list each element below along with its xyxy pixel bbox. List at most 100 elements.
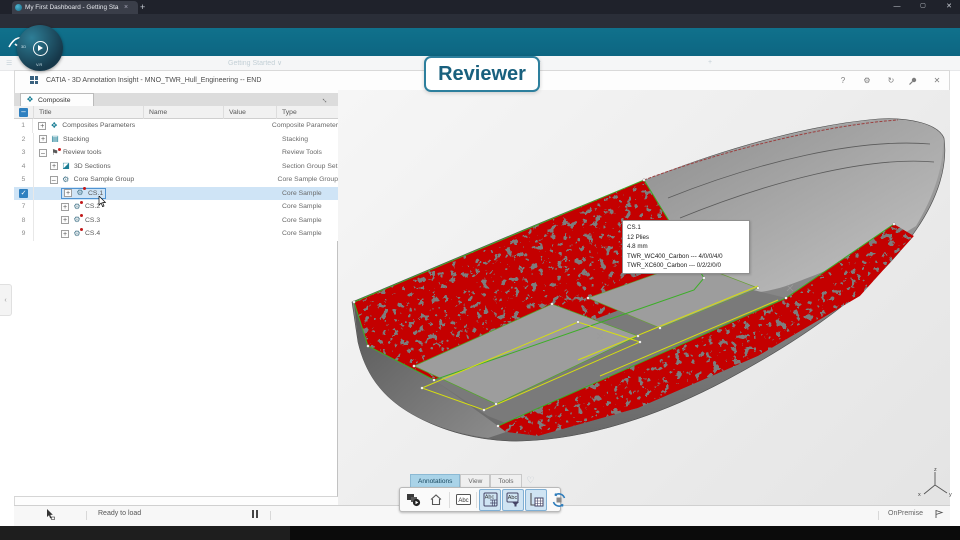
row-number-cell: 3	[14, 146, 34, 160]
row-value-cell	[224, 200, 277, 214]
checked-checkbox[interactable]: ✓	[19, 188, 28, 198]
app-settings-gear-icon[interactable]: ⚙	[860, 76, 874, 85]
column-value[interactable]: Value	[224, 105, 277, 119]
row-number-cell: 5	[14, 173, 34, 187]
expand-toggle[interactable]: +	[39, 135, 47, 144]
row-title-cell[interactable]: + Composites Parameters	[33, 119, 139, 133]
tab-getting-started[interactable]: Getting Started ∨	[228, 59, 282, 67]
tab-annotations[interactable]: Annotations	[410, 474, 461, 487]
axis-x-label: x	[918, 492, 921, 498]
table-body: 1 + Composites Parameters Composite Paramet…	[14, 119, 338, 241]
row-title-cell[interactable]: – Core Sample Group	[34, 173, 142, 187]
row-value-cell	[224, 160, 277, 174]
annotation-table-button[interactable]: Abc	[479, 488, 501, 511]
tab-close-icon[interactable]: ×	[124, 4, 128, 11]
column-type[interactable]: Type	[277, 106, 338, 119]
window-minimize-button[interactable]: —	[888, 0, 906, 13]
table-row[interactable]: 7+CS.2 Core Sample	[14, 200, 338, 214]
expand-toggle[interactable]: –	[39, 148, 47, 157]
expand-toggle[interactable]: +	[50, 162, 58, 171]
expand-toggle[interactable]: +	[61, 229, 69, 238]
row-title-cell[interactable]: +3D Sections	[34, 160, 144, 174]
tooltip-line: TWR_WC400_Carbon --- 4/0/0/4/0	[627, 252, 723, 260]
status-divider3	[878, 511, 879, 520]
row-type: Stacking	[282, 135, 309, 143]
home-view-button[interactable]	[425, 489, 447, 511]
row-title: 3D Sections	[74, 162, 111, 170]
flag-icon[interactable]	[934, 509, 944, 519]
row-number-cell: 1	[14, 119, 34, 133]
expand-toggle[interactable]: –	[49, 175, 58, 184]
row-number-cell: 7	[14, 200, 34, 214]
svg-text:Abc: Abc	[507, 495, 517, 501]
update-3d-button[interactable]	[548, 489, 570, 511]
app-pin-icon[interactable]	[908, 76, 918, 86]
row-value-cell	[224, 146, 277, 160]
row-title-cell[interactable]: +CS.2	[34, 200, 144, 214]
composite-tab-icon	[25, 95, 35, 105]
tab-composite[interactable]: Composite	[20, 93, 94, 106]
annotation-grid-button[interactable]	[525, 488, 547, 511]
svg-text:Abc: Abc	[484, 495, 494, 501]
table-row[interactable]: 5 – Core Sample Group Core Sample Group	[14, 173, 338, 187]
expand-toggle[interactable]: +	[64, 189, 72, 198]
expand-toggle[interactable]: +	[61, 202, 69, 211]
select-all-checkbox[interactable]: –	[19, 107, 28, 117]
collapse-panel-arrow[interactable]: ‹	[0, 284, 12, 316]
row-title-cell[interactable]: + Stacking	[34, 133, 144, 147]
render-style-button[interactable]	[402, 489, 424, 511]
text-annotation-button[interactable]: Abc	[452, 489, 474, 511]
new-tab-button[interactable]: +	[140, 2, 145, 12]
table-row[interactable]: 9 + CS.4 Core Sample	[14, 227, 338, 241]
row-title-cell[interactable]: + CS.3	[34, 214, 144, 228]
composites-parameters-icon	[49, 121, 59, 131]
row-name-cell	[144, 227, 224, 241]
column-title[interactable]: Title	[34, 105, 144, 119]
row-title-cell[interactable]: + CS.4	[34, 227, 144, 241]
annotation-filter-button[interactable]: Abc	[502, 488, 524, 511]
table-row[interactable]: 4+3D SectionsSection Group Set	[14, 159, 338, 174]
row-title-cell[interactable]: – Review tools	[34, 146, 144, 160]
axis-triad: z x y	[918, 467, 952, 498]
dashboard-menu-icon[interactable]: ☰	[6, 59, 12, 67]
pause-icon[interactable]	[252, 510, 258, 518]
browser-tab[interactable]: My First Dashboard - Getting Sta ×	[12, 1, 138, 14]
expand-toggle[interactable]: +	[38, 121, 47, 130]
expand-toggle[interactable]: +	[61, 216, 69, 225]
tab-tools[interactable]: Tools	[490, 474, 522, 487]
row-title: Core Sample Group	[73, 176, 135, 184]
tooltip-line: 12 Plies	[627, 233, 650, 241]
row-number-cell[interactable]: ✓	[14, 186, 34, 200]
select-all-cell[interactable]: –	[14, 105, 34, 119]
window-maximize-button[interactable]: ▢	[914, 0, 932, 13]
table-row[interactable]: 8 + CS.3 Core Sample	[14, 213, 338, 228]
table-row[interactable]: ✓ +CS.1 Core Sample	[14, 186, 338, 201]
column-name[interactable]: Name	[144, 105, 224, 119]
row-type: Section Group Set	[282, 162, 338, 170]
core-sample-group-icon	[61, 175, 71, 185]
status-divider	[86, 511, 87, 520]
row-type: Core Sample	[282, 230, 322, 238]
app-close-icon[interactable]: ✕	[930, 76, 944, 85]
table-row[interactable]: 2 + Stacking Stacking	[14, 132, 338, 147]
row-name-cell	[144, 200, 224, 214]
core-sample-tooltip: CS.1 12 Plies 4.8 mm TWR_WC400_Carbon --- 4…	[622, 220, 750, 275]
add-dashboard-tab[interactable]: +	[708, 59, 712, 66]
boat-hull-model[interactable]	[338, 90, 950, 505]
3d-viewport[interactable]: CS.1 12 Plies 4.8 mm TWR_WC400_Carbon --- 4…	[338, 90, 950, 505]
row-title: Review tools	[63, 149, 102, 157]
tab-view[interactable]: View	[460, 474, 491, 487]
row-value-cell	[216, 119, 267, 133]
sections-icon	[61, 161, 71, 171]
row-value-cell	[224, 187, 277, 201]
row-title-cell[interactable]: +CS.1	[34, 187, 144, 201]
window-close-button[interactable]: ✕	[940, 0, 958, 13]
app-help-icon[interactable]: ?	[836, 76, 850, 85]
table-row[interactable]: 3– Review tools Review Tools	[14, 146, 338, 160]
favorite-heart-icon[interactable]: ♡	[527, 474, 535, 487]
app-refresh-icon[interactable]: ↻	[884, 76, 898, 85]
table-row[interactable]: 1 + Composites Parameters Composite Paramet…	[14, 119, 338, 133]
row-type: Core Sample Group	[277, 176, 338, 184]
3dexperience-compass-logo[interactable]: 3D V.R	[17, 25, 63, 71]
onpremise-label: OnPremise	[888, 510, 924, 517]
